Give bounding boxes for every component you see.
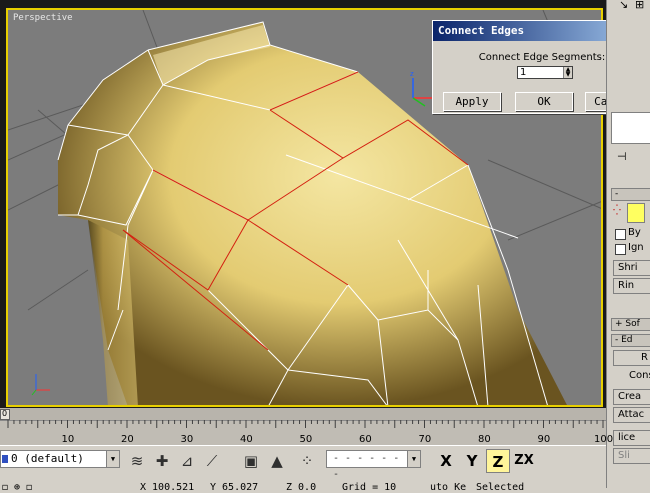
subobject-icons[interactable]: ⁛ (611, 203, 650, 225)
layer-color-icon (2, 455, 8, 463)
selection-rollout-header[interactable]: - (611, 188, 650, 201)
set-current-layer-icon[interactable]: ⟋ (201, 450, 223, 472)
time-ruler[interactable]: 0 10 20 30 40 50 60 70 80 90 100 (0, 408, 613, 448)
ruler-tick-label: 70 (418, 434, 432, 445)
hierarchy-tab-icon[interactable]: ⊞ (635, 0, 644, 11)
frame-display: 0 (2, 409, 8, 418)
select-in-layer-icon[interactable]: ⊿ (176, 450, 198, 472)
segments-spinner[interactable]: 1 ▲ ▼ (517, 66, 573, 79)
shrink-button[interactable]: Shri (613, 260, 650, 276)
ignore-backfacing-label: Ign (628, 242, 644, 253)
axis-x-button[interactable]: X (434, 449, 458, 473)
ruler-tick-label: 20 (121, 434, 134, 445)
soft-selection-header[interactable]: + Sof (611, 318, 650, 331)
vertex-mode-icon[interactable]: ⁛ (613, 205, 621, 216)
modify-tab-icon[interactable]: ↘ (619, 0, 628, 11)
axis-z-button[interactable]: Z (486, 449, 510, 473)
edge-mode-icon[interactable] (627, 203, 645, 223)
modifier-stack[interactable] (611, 112, 650, 144)
ignore-backfacing-checkbox[interactable] (615, 244, 626, 255)
ruler-tick-label: 100 (594, 434, 614, 445)
create-button[interactable]: Crea (613, 389, 650, 405)
edit-geometry-header[interactable]: - Ed (611, 334, 650, 347)
ruler-tick-label: 90 (537, 434, 551, 445)
layer-label: 0 (default) (11, 452, 84, 465)
ok-button[interactable]: OK (515, 92, 573, 111)
spacing-icon[interactable]: ⁘ (296, 450, 318, 472)
dialog-title: Connect Edges (438, 24, 525, 37)
axis-y-button[interactable]: Y (460, 449, 484, 473)
slice-button[interactable]: Sli (613, 448, 650, 464)
by-vertex-label: By (628, 227, 641, 238)
world-axis-icon (31, 374, 50, 396)
ruler-tick-label: 40 (240, 434, 253, 445)
array-icon[interactable]: ▲ (266, 450, 288, 472)
add-to-layer-icon[interactable]: ✚ (151, 450, 173, 472)
ruler-tick-label: 30 (180, 434, 194, 445)
chevron-down-icon[interactable]: ▼ (407, 451, 420, 467)
pin-stack-icon[interactable]: ⊣ (617, 150, 627, 163)
named-selection-dropdown[interactable]: - - - - - - - - ▼ (326, 450, 421, 480)
chevron-down-icon[interactable]: ▼ (106, 451, 119, 467)
segments-value[interactable]: 1 (520, 67, 526, 78)
ruler-tick-label: 10 (61, 434, 75, 445)
repeat-last-button[interactable]: R (613, 350, 650, 366)
command-panel: ↘ ⊞ ⊣ - ⁛ By Ign Shri Rin + Sof - Ed R C… (606, 0, 650, 488)
ruler-tick-label: 80 (478, 434, 491, 445)
axis-zx-button[interactable]: ZX (512, 449, 536, 473)
ruler-tick-label: 60 (359, 434, 372, 445)
ruler-tick-label: 50 (299, 434, 313, 445)
box-icon[interactable]: ▣ (240, 450, 262, 472)
ring-button[interactable]: Rin (613, 278, 650, 294)
slice-plane-button[interactable]: lice (613, 430, 650, 446)
svg-text:z: z (410, 70, 414, 78)
cmd-tab-icons[interactable]: ↘ ⊞ (613, 0, 650, 12)
attach-button[interactable]: Attac (613, 407, 650, 423)
apply-button[interactable]: Apply (443, 92, 501, 111)
layer-dropdown[interactable]: 0 (default) ▼ (0, 450, 120, 468)
bottom-toolbar: 0 (default) ▼ ≋ ✚ ⊿ ⟋ ▣ ▲ ⁘ - - - - - - … (0, 445, 606, 493)
by-vertex-checkbox[interactable] (615, 229, 626, 240)
constraints-label: Const (629, 370, 650, 381)
layer-manager-icon[interactable]: ≋ (126, 450, 148, 472)
spinner-arrows-icon[interactable]: ▲ ▼ (563, 67, 572, 78)
